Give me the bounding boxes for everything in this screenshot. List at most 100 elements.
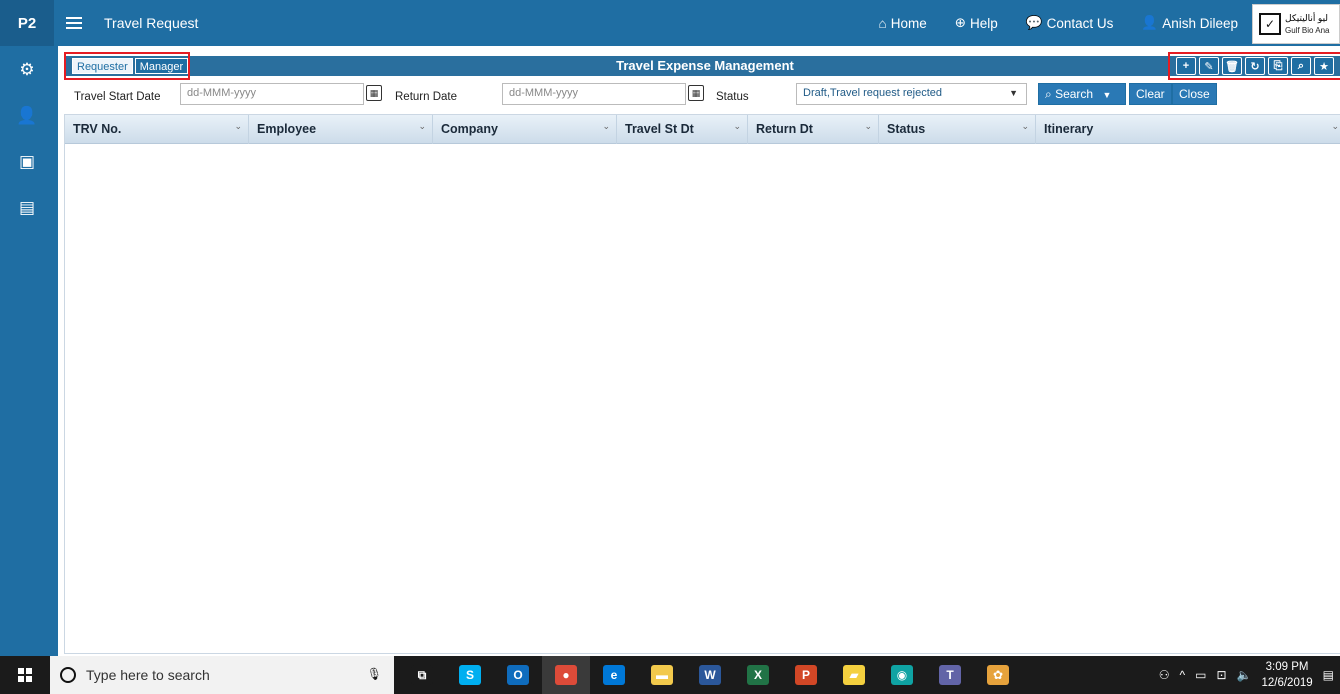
nav-contact-label: Contact Us [1046,15,1114,31]
battery-icon[interactable]: ▭ [1195,668,1206,682]
notification-icon[interactable]: ▤ [1323,668,1334,682]
close-button[interactable]: Close [1172,83,1217,105]
money-icon[interactable]: ▣ [17,152,37,172]
teams-icon: T [939,665,961,685]
search-button[interactable]: ⌕ Search ▼ [1038,83,1126,105]
chevron-down-icon[interactable]: ⌄ [418,121,426,132]
nav-contact[interactable]: 💬 Contact Us [1026,15,1114,31]
taskbar: Type here to search 🎙 ⧉ S O ● e ▬ W X P ▰ ◉ T ✿ ⚇ ^ … [0,656,1340,694]
sticky-notes-taskbar-button[interactable]: ▰ [830,656,878,694]
help-icon: ⊕ [954,15,967,30]
taskbar-search-placeholder: Type here to search [86,667,210,683]
calendar-icon[interactable]: ▦ [688,85,704,101]
chevron-down-icon[interactable]: ⌄ [234,121,242,132]
microphone-icon[interactable]: 🎙 [367,667,382,681]
calendar-icon[interactable]: ▦ [366,85,382,101]
user-icon[interactable]: 👤 [16,106,37,126]
export-icon[interactable]: ⎘ [1268,57,1288,75]
edit-icon[interactable]: ✎ [1199,57,1219,75]
chrome-taskbar-button[interactable]: ● [542,656,590,694]
panel-title: Travel Expense Management [616,58,794,73]
paint-icon: ✿ [987,665,1009,685]
contact-card-icon[interactable]: ▤ [17,198,37,218]
user-icon: 👤 [1141,15,1159,30]
page-title: Travel Request [104,15,199,31]
role-toggle: Requester Manager [64,52,190,80]
travel-start-input[interactable]: dd-MMM-yyyy [180,83,364,105]
start-button[interactable] [0,656,50,694]
search-icon[interactable]: ⌕ [1291,57,1311,75]
edge-taskbar-button[interactable]: e [590,656,638,694]
teams-meeting-taskbar-button[interactable]: ◉ [878,656,926,694]
col-trv-no[interactable]: TRV No. ⌄ [65,115,249,144]
chevron-down-icon[interactable]: ⌄ [1021,121,1029,132]
refresh-icon[interactable]: ↻ [1245,57,1265,75]
col-employee[interactable]: Employee ⌄ [249,115,433,144]
chevron-down-icon[interactable]: ⌄ [602,121,610,132]
return-date-label: Return Date [395,91,458,103]
col-return-dt[interactable]: Return Dt ⌄ [748,115,879,144]
sticky-notes-icon: ▰ [843,665,865,685]
chevron-down-icon[interactable]: ▼ [1102,90,1111,100]
cortana-icon [60,667,76,683]
sidebar: ⚙ 👤 ▣ ▤ [0,46,54,656]
menu-icon[interactable] [66,17,82,29]
task-view-taskbar-button[interactable]: ⧉ [398,656,446,694]
travel-start-label: Travel Start Date [74,91,161,103]
skype-taskbar-button[interactable]: S [446,656,494,694]
col-company[interactable]: Company ⌄ [433,115,617,144]
results-grid: TRV No. ⌄ Employee ⌄ Company ⌄ Travel St Dt… [64,114,1340,654]
chevron-down-icon[interactable]: ⌄ [733,121,741,132]
volume-icon[interactable]: 🔈 [1237,668,1252,682]
requester-toggle[interactable]: Requester [72,58,133,74]
teams-taskbar-button[interactable]: T [926,656,974,694]
edge-icon: e [603,665,625,685]
powerpoint-taskbar-button[interactable]: P [782,656,830,694]
logo-line-1: ليو أناليتيكل [1285,13,1329,24]
outlook-taskbar-button[interactable]: O [494,656,542,694]
top-bar: P2 Travel Request ⌂ Home ⊕ Help 💬 Contact U… [0,0,1340,46]
col-itinerary[interactable]: Itinerary ⌄ [1036,115,1340,144]
word-taskbar-button[interactable]: W [686,656,734,694]
paint-taskbar-button[interactable]: ✿ [974,656,1022,694]
nav-help-label: Help [970,15,998,31]
main-content: Travel Expense Management Requester Mana… [54,46,1340,656]
chevron-down-icon[interactable]: ⌄ [1331,121,1339,132]
taskbar-apps: ⧉ S O ● e ▬ W X P ▰ ◉ T ✿ [398,656,1022,694]
nav-home[interactable]: ⌂ Home [879,16,927,31]
search-icon: ⌕ [1045,87,1052,101]
brand-logo[interactable]: P2 [0,0,54,46]
delete-icon[interactable]: 🗑 [1222,57,1242,75]
user-menu[interactable]: 👤 Anish Dileep [1141,15,1238,31]
nav-help[interactable]: ⊕ Help [955,15,998,31]
gear-icon[interactable]: ⚙ [17,60,37,80]
clear-button[interactable]: Clear [1129,83,1172,105]
people-icon[interactable]: ⚇ [1159,668,1170,682]
filter-row: Travel Start Date dd-MMM-yyyy ▦ Return D… [66,82,1340,108]
taskbar-search[interactable]: Type here to search 🎙 [50,656,394,694]
status-label: Status [716,91,749,103]
manager-toggle[interactable]: Manager [134,58,189,74]
top-nav: ⌂ Home ⊕ Help 💬 Contact Us 👤 Anish Dileep [879,0,1238,46]
col-status[interactable]: Status ⌄ [879,115,1036,144]
col-itinerary-label: Itinerary [1044,122,1094,136]
powerpoint-icon: P [795,665,817,685]
star-icon[interactable]: ★ [1314,57,1334,75]
toolbar: + ✎ 🗑 ↻ ⎘ ⌕ ★ [1168,52,1340,80]
chevron-up-icon[interactable]: ^ [1179,668,1185,682]
add-icon[interactable]: + [1176,57,1196,75]
task-view-icon: ⧉ [411,665,433,685]
return-date-input[interactable]: dd-MMM-yyyy [502,83,686,105]
col-status-label: Status [887,122,926,136]
chevron-down-icon: ▼ [1009,88,1018,98]
file-explorer-taskbar-button[interactable]: ▬ [638,656,686,694]
col-travel-start[interactable]: Travel St Dt ⌄ [617,115,748,144]
chevron-down-icon[interactable]: ⌄ [864,121,872,132]
status-select[interactable]: Draft,Travel request rejected ▼ [796,83,1027,105]
network-icon[interactable]: ⊡ [1216,668,1226,682]
excel-taskbar-button[interactable]: X [734,656,782,694]
logo-mark-icon: ✓ [1259,13,1281,35]
clock[interactable]: 3:09 PM 12/6/2019 [1261,659,1312,691]
col-return-dt-label: Return Dt [756,122,813,136]
col-company-label: Company [441,122,498,136]
